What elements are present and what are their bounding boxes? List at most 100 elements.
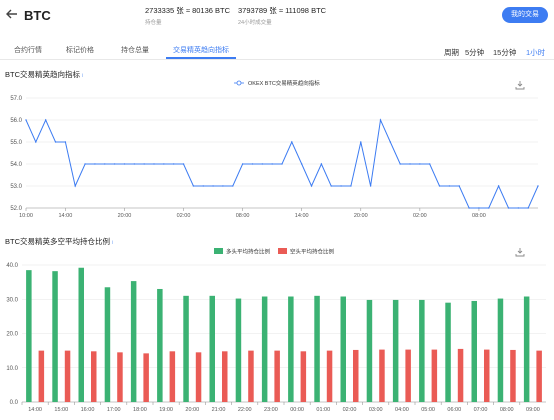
data-point (399, 163, 401, 165)
data-point (113, 163, 116, 165)
data-point (497, 185, 500, 187)
data-point (84, 163, 86, 165)
x-tick-label: 10:00 (19, 213, 33, 219)
bar-short (484, 349, 490, 402)
data-point (438, 185, 441, 187)
bar-long (235, 298, 242, 402)
period-option-1h[interactable]: 1小时 (526, 47, 545, 58)
bar-long (78, 267, 84, 402)
tab-open-interest[interactable]: 持仓总量 (121, 45, 149, 55)
bar-long (26, 270, 32, 402)
data-point (261, 163, 264, 165)
bar-long (366, 299, 373, 402)
x-tick-label: 16:00 (81, 407, 95, 413)
data-point (330, 185, 332, 187)
x-tick-label: 02:00 (413, 213, 427, 219)
y-tick-label: 55.0 (10, 140, 22, 146)
tab-mark-price[interactable]: 标记价格 (66, 45, 94, 55)
y-tick-label: 40.0 (6, 263, 18, 269)
data-point (94, 163, 96, 165)
data-point (310, 185, 313, 187)
data-point (74, 185, 76, 187)
data-point (537, 185, 539, 187)
volume-label: 24小时成交量 (238, 20, 272, 26)
data-point (320, 163, 323, 165)
data-point (478, 207, 480, 209)
data-point (300, 163, 303, 165)
bar-short (38, 350, 45, 402)
x-tick-label: 09:00 (526, 407, 540, 413)
x-tick-label: 15:00 (54, 407, 68, 413)
legend-swatch (278, 248, 287, 254)
data-point (153, 163, 155, 165)
y-tick-label: 57.0 (10, 96, 22, 102)
legend-label: 空头平均持仓比例 (290, 248, 335, 256)
bar-long (209, 295, 215, 402)
tab-contract-market[interactable]: 合约行情 (14, 45, 42, 55)
data-point (232, 185, 234, 187)
bar-short (510, 349, 516, 402)
y-tick-label: 10.0 (6, 366, 18, 372)
y-tick-label: 0.0 (10, 400, 19, 406)
x-tick-label: 05:00 (421, 407, 435, 413)
period-option-5m[interactable]: 5分钟 (465, 47, 484, 58)
data-point (448, 185, 451, 187)
data-point (143, 163, 145, 165)
data-point (212, 185, 214, 187)
bar-long (471, 300, 477, 402)
my-trades-button[interactable]: 我的交易 (502, 7, 548, 23)
x-tick-label: 00:00 (290, 407, 304, 413)
data-point (291, 141, 293, 143)
bar-short (222, 351, 228, 402)
x-tick-label: 21:00 (212, 407, 226, 413)
bar-short (143, 353, 149, 402)
data-point (350, 185, 352, 187)
data-point (192, 185, 195, 187)
back-arrow-icon[interactable] (5, 7, 19, 21)
bar-short (353, 349, 359, 402)
data-point (468, 207, 470, 209)
x-tick-label: 04:00 (395, 407, 409, 413)
data-point (379, 119, 382, 121)
data-point (172, 163, 175, 165)
data-point (123, 163, 126, 165)
bar-long (288, 296, 294, 402)
data-point (54, 141, 57, 143)
bar-short (91, 351, 97, 402)
data-point (409, 163, 411, 165)
x-tick-label: 23:00 (264, 407, 278, 413)
x-tick-label: 08:00 (500, 407, 514, 413)
bar-long (392, 299, 399, 402)
bar-long (104, 287, 111, 402)
data-point (507, 207, 510, 209)
x-tick-label: 02:00 (343, 407, 357, 413)
open-interest-stat: 2733335 张 ≈ 80136 BTC 持仓量 (145, 5, 230, 26)
period-option-15m[interactable]: 15分钟 (493, 47, 516, 58)
bar-short (405, 349, 411, 402)
data-point (35, 141, 37, 143)
open-interest-value: 2733335 张 ≈ 80136 BTC (145, 6, 231, 15)
bar-short (300, 351, 307, 402)
x-tick-label: 19:00 (159, 407, 173, 413)
long-short-ratio-bar-chart: 0.0 10.0 20.0 30.0 40.0 多头平均持仓比例 空头平均持仓比例 14:00… (6, 248, 546, 413)
x-tick-label: 20:00 (118, 213, 132, 219)
data-point (202, 185, 204, 187)
data-point (419, 163, 421, 165)
bar-short (431, 349, 438, 402)
elite-trend-line-chart: 52.0 53.0 54.0 55.0 56.0 57.0 10:00 14:00 20:00 0… (10, 79, 539, 219)
data-point (133, 163, 136, 165)
data-point (527, 207, 529, 209)
bar-long (157, 288, 163, 402)
data-point (517, 207, 520, 209)
bar-short (457, 348, 464, 402)
bar-short (64, 350, 71, 402)
x-tick-label: 06:00 (447, 407, 461, 413)
tab-elite-trend[interactable]: 交易精英趋向指标 (173, 45, 229, 55)
active-tab-indicator (166, 57, 236, 59)
bar-short (195, 352, 202, 402)
legend-swatch-marker (236, 80, 242, 86)
volume-value: 3793789 张 ≈ 111098 BTC (238, 6, 327, 15)
x-tick-label: 08:00 (472, 213, 486, 219)
data-point (340, 185, 342, 187)
data-point (25, 119, 27, 121)
